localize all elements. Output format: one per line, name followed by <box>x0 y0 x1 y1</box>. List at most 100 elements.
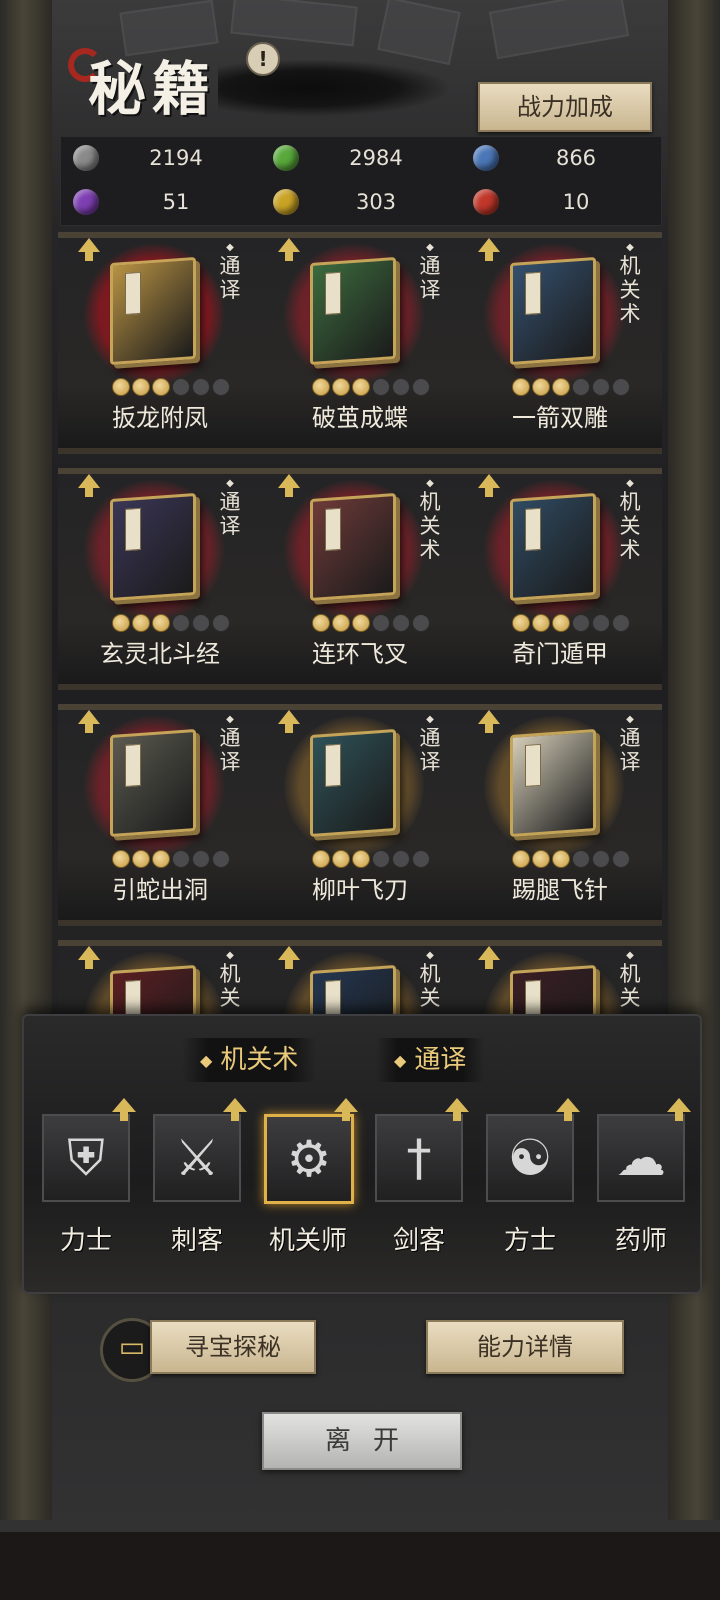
tag-dot: ◆ <box>426 950 434 961</box>
gem-orb-icon <box>73 145 99 171</box>
book-label <box>525 271 541 315</box>
power-bonus-button[interactable]: 战力加成 <box>478 82 652 132</box>
star-icon <box>372 378 390 396</box>
book-card[interactable]: ◆ 机关术连环飞叉 <box>262 468 462 678</box>
book-name: 连环飞叉 <box>312 640 408 668</box>
tag-dot: ◆ <box>226 478 234 489</box>
tag-text: 机关 <box>219 962 241 1010</box>
star-icon <box>352 850 370 868</box>
star-icon <box>212 378 230 396</box>
upgrade-arrow-icon <box>78 474 100 497</box>
book-cover-icon <box>110 256 196 366</box>
class-name: 机关师 <box>268 1226 347 1256</box>
star-icon <box>512 378 530 396</box>
alert-icon[interactable]: ! <box>246 42 280 76</box>
class-name: 力士 <box>59 1226 112 1256</box>
upgrade-arrow-icon <box>223 1098 247 1121</box>
book-grid[interactable]: ◆ 通译 扳龙附凤 ◆ 通译 破茧成蝶 ◆ 机关术 一箭双雕 ◆ 通译 玄灵北斗经 ◆ 机关术 连环飞叉 ◆ 机… <box>58 232 662 1036</box>
book-card[interactable]: ◆ 机关术 一箭双雕 <box>462 232 662 442</box>
star-icon <box>592 378 610 396</box>
diamond-icon: ◆ <box>394 1050 407 1070</box>
star-icon <box>392 614 410 632</box>
class-tab[interactable]: ⚔ 刺客 <box>145 1098 249 1256</box>
upgrade-arrow-icon <box>478 710 500 733</box>
tag-dot: ◆ <box>226 242 234 253</box>
upgrade-arrow-icon <box>334 1098 358 1121</box>
star-icon <box>192 614 210 632</box>
class-tab[interactable]: ⛨ 力士 <box>34 1098 138 1256</box>
star-icon <box>192 378 210 396</box>
resource-value: 303 <box>355 190 397 214</box>
class-panel: ◆ 机关术 ◆ 通译 ⛨ 力士 ⚔ 刺客 ⚙ 机关师 † 剑客 ☯ 方士 ☁ 药师 <box>22 1014 702 1294</box>
book-card[interactable]: ◆ 通译 引蛇出洞 <box>62 704 262 914</box>
leave-button[interactable]: 离开 <box>262 1412 462 1470</box>
filter-tag-mechanism[interactable]: ◆ 机关术 <box>182 1038 317 1082</box>
book-card[interactable]: ◆ 通译 踢腿飞针 <box>462 704 662 914</box>
tag-dot: ◆ <box>626 242 634 253</box>
star-icon <box>552 614 570 632</box>
book-card[interactable]: ◆ 通译 柳叶飞刀 <box>262 704 462 914</box>
treasure-hunt-button[interactable]: 寻宝探秘 <box>150 1320 316 1374</box>
class-tab[interactable]: ⚙ 机关师 <box>256 1098 360 1256</box>
book-label <box>325 507 341 551</box>
gem-orb-icon <box>273 145 299 171</box>
star-icon <box>132 378 150 396</box>
star-icon <box>572 614 590 632</box>
star-icon <box>332 850 350 868</box>
star-icon <box>332 614 350 632</box>
star-icon <box>112 378 130 396</box>
gem-orb-icon <box>73 189 99 215</box>
book-category-tag: ◆ 机关术 <box>618 478 642 562</box>
class-tab[interactable]: † 剑客 <box>367 1098 471 1256</box>
bottom-bar <box>0 1532 720 1600</box>
filter-tag-translate[interactable]: ◆ 通译 <box>376 1038 485 1082</box>
tag-dot: ◆ <box>626 950 634 961</box>
star-icon <box>352 614 370 632</box>
star-icon <box>312 614 330 632</box>
tag-text: 机关术 <box>419 490 441 562</box>
upgrade-arrow-icon <box>78 238 100 261</box>
book-label <box>325 271 341 315</box>
star-icon <box>152 850 170 868</box>
star-icon <box>112 614 130 632</box>
resource-item: 303 <box>261 181 461 223</box>
star-icon <box>132 614 150 632</box>
star-rating <box>312 378 432 396</box>
book-name: 玄灵北斗经 <box>100 640 220 668</box>
star-rating <box>312 614 432 632</box>
class-tab[interactable]: ☯ 方士 <box>478 1098 582 1256</box>
book-card[interactable]: ◆ 通译 玄灵北斗经 <box>62 468 262 678</box>
book-card[interactable]: ◆ 通译 扳龙附凤 <box>62 232 262 442</box>
star-icon <box>612 850 630 868</box>
book-label <box>325 743 341 787</box>
upgrade-arrow-icon <box>278 710 300 733</box>
resource-item: 2984 <box>261 137 461 179</box>
class-name: 刺客 <box>170 1226 223 1256</box>
tag-dot: ◆ <box>226 950 234 961</box>
gem-orb-icon <box>473 145 499 171</box>
book-card[interactable]: ◆ 通译 破茧成蝶 <box>262 232 462 442</box>
star-icon <box>372 850 390 868</box>
tag-text: 通译 <box>419 254 441 302</box>
title-text: 秘籍 <box>88 55 217 123</box>
book-category-tag: ◆ 通译 <box>218 714 242 774</box>
star-icon <box>192 850 210 868</box>
star-icon <box>412 378 430 396</box>
star-icon <box>372 614 390 632</box>
book-cover-icon <box>310 492 396 602</box>
book-category-tag: ◆ 机关术 <box>618 242 642 326</box>
tag-text: 机关术 <box>619 490 641 562</box>
star-icon <box>212 850 230 868</box>
resource-value: 866 <box>555 146 597 170</box>
star-rating <box>512 378 632 396</box>
class-tab[interactable]: ☁ 药师 <box>589 1098 693 1256</box>
star-icon <box>552 378 570 396</box>
book-cover-icon <box>510 728 596 838</box>
star-rating <box>112 614 232 632</box>
book-name: 奇门遁甲 <box>512 640 608 668</box>
star-icon <box>612 378 630 396</box>
book-category-tag: ◆ 机关术 <box>418 478 442 562</box>
ability-details-button[interactable]: 能力详情 <box>426 1320 624 1374</box>
book-card[interactable]: ◆ 机关术奇门遁甲 <box>462 468 662 678</box>
tag-text: 通译 <box>219 726 241 774</box>
